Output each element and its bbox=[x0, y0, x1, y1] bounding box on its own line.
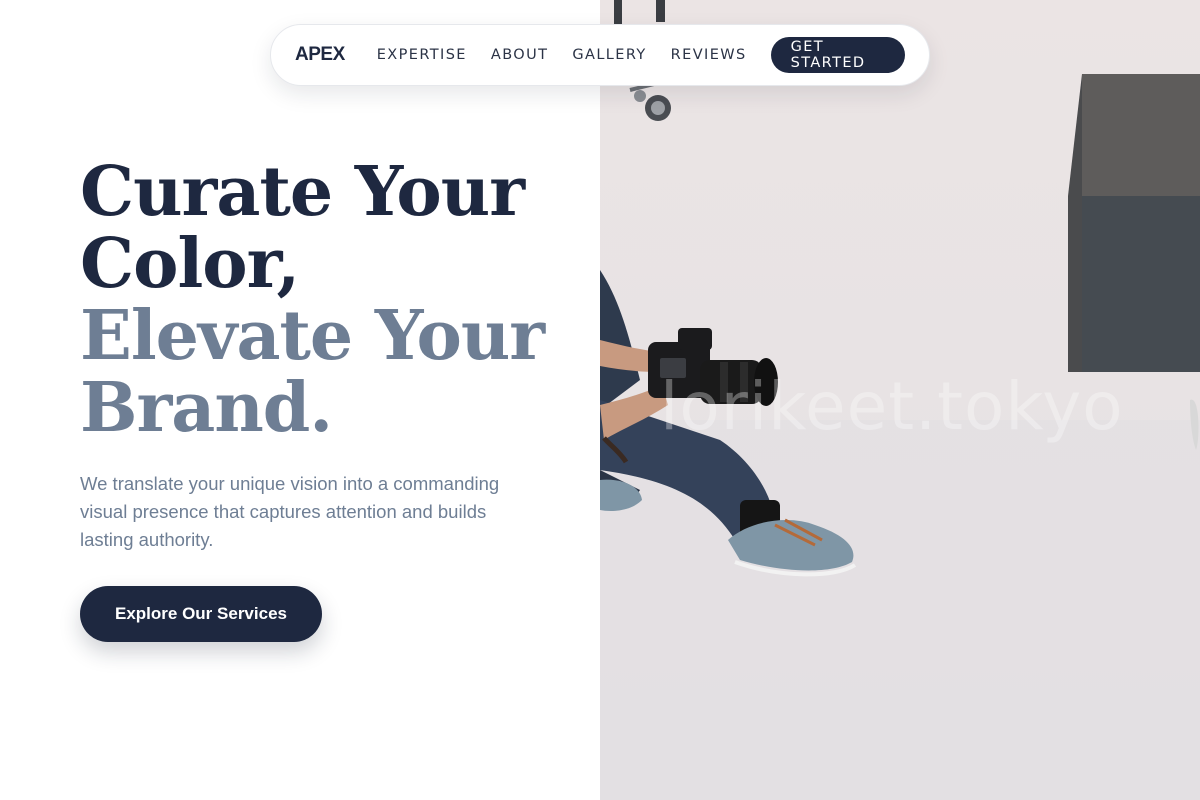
headline-line-1: Curate Your bbox=[80, 152, 525, 232]
landing-page: lorikeet.tokyo APEX EXPERTISE ABOUT GALL… bbox=[0, 0, 1200, 800]
headline-line-3: Elevate Your bbox=[80, 296, 545, 376]
hero-subtitle: We translate your unique vision into a c… bbox=[80, 473, 500, 550]
nav-link-expertise[interactable]: EXPERTISE bbox=[377, 47, 467, 63]
nav-link-about[interactable]: ABOUT bbox=[491, 47, 549, 63]
watermark-text: lorikeet.tokyo bbox=[660, 368, 1124, 445]
explore-services-button[interactable]: Explore Our Services bbox=[80, 586, 322, 642]
nav-link-reviews[interactable]: REVIEWS bbox=[671, 47, 747, 63]
get-started-button[interactable]: GET STARTED bbox=[770, 37, 905, 73]
headline-line-4: Brand. bbox=[80, 368, 333, 448]
brand-logo[interactable]: APEX bbox=[295, 44, 345, 66]
top-nav: APEX EXPERTISE ABOUT GALLERY REVIEWS GET… bbox=[270, 24, 930, 86]
nav-link-gallery[interactable]: GALLERY bbox=[572, 47, 646, 63]
headline-line-2: Color, bbox=[80, 224, 300, 304]
hero-headline: Curate Your Color, Elevate Your Brand. bbox=[80, 152, 545, 448]
hero-photo: lorikeet.tokyo bbox=[600, 0, 1200, 800]
